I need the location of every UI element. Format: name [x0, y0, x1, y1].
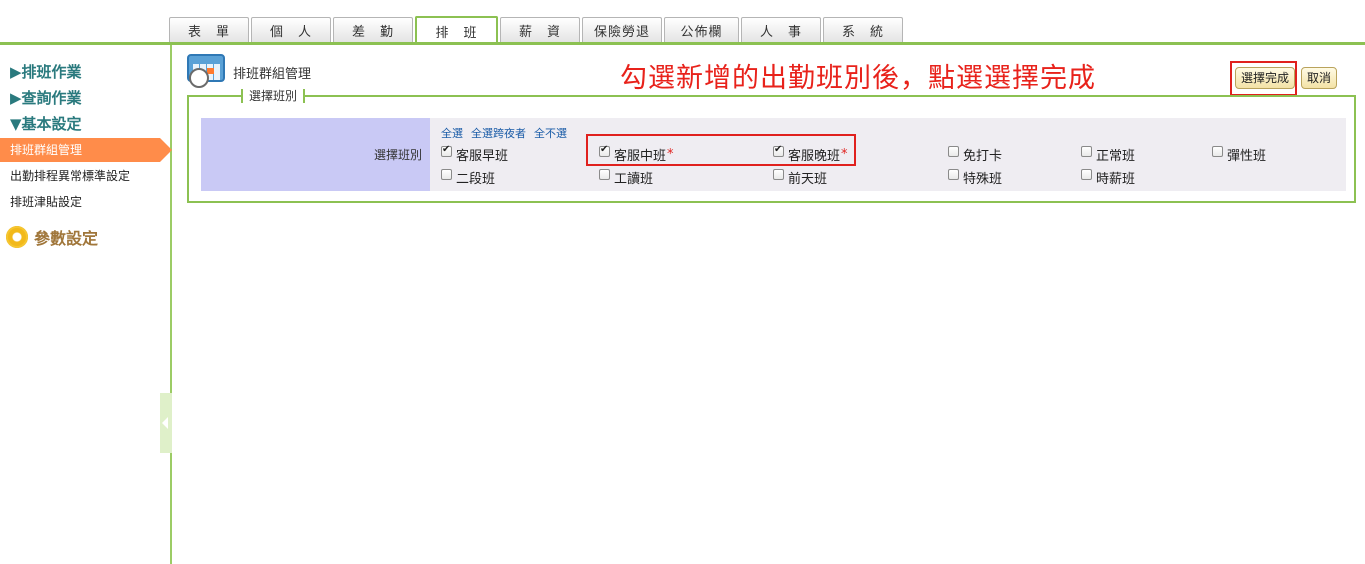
select-links: 全選 全選跨夜者 全不選	[441, 125, 567, 141]
tab-0[interactable]: 表 單	[169, 17, 249, 42]
select-all-link[interactable]: 全選	[441, 125, 463, 141]
top-nav: 表 單個 人差 勤排 班薪 資保險勞退 公佈欄人 事系 統	[0, 0, 1365, 46]
gear-icon	[6, 226, 28, 248]
sidebar-heading-basic-settings[interactable]: ▼基本設定	[10, 113, 82, 134]
sidebar-heading-query-ops[interactable]: ▶查詢作業	[10, 87, 82, 108]
tab-4[interactable]: 薪 資	[500, 17, 580, 42]
select-none-link[interactable]: 全不選	[534, 125, 567, 141]
shift-checkbox[interactable]	[1081, 145, 1092, 157]
sidebar-heading-schedule-ops[interactable]: ▶排班作業	[10, 61, 82, 82]
shift-checkbox[interactable]	[441, 144, 452, 157]
tab-2[interactable]: 差 勤	[333, 17, 413, 42]
tab-list: 表 單個 人差 勤排 班薪 資保險勞退 公佈欄人 事系 統	[169, 16, 905, 44]
cancel-button[interactable]: 取消	[1301, 67, 1338, 89]
shift-option-label: 特殊班	[963, 171, 1003, 187]
shift-option[interactable]: 時薪班	[1081, 168, 1136, 187]
sidebar-collapse-handle[interactable]	[160, 393, 172, 453]
shift-option-label: 免打卡	[963, 148, 1003, 164]
highlight-new-shifts	[586, 134, 856, 166]
sidebar-param-label: 參數設定	[34, 229, 99, 248]
shift-checkbox[interactable]	[948, 168, 959, 180]
sidebar-item-abnormal-standard[interactable]: 出勤排程異常標準設定	[0, 164, 170, 188]
tab-6[interactable]: 公佈欄	[664, 17, 739, 42]
shift-checkbox[interactable]	[599, 168, 610, 180]
tab-1[interactable]: 個 人	[251, 17, 331, 42]
select-overnight-link[interactable]: 全選跨夜者	[471, 125, 526, 141]
shift-option[interactable]: 特殊班	[948, 168, 1003, 187]
shift-option[interactable]: 客服早班	[441, 144, 509, 164]
shift-option[interactable]: 免打卡	[948, 145, 1003, 164]
shift-option-label: 時薪班	[1096, 171, 1136, 187]
shift-option-label: 客服早班	[456, 148, 509, 164]
shift-option-label: 彈性班	[1227, 148, 1267, 164]
shift-checkbox[interactable]	[773, 168, 784, 180]
calendar-clock-icon	[187, 54, 227, 88]
shift-checkbox[interactable]	[1212, 145, 1223, 157]
shift-option[interactable]: 前天班	[773, 168, 828, 187]
fieldset-legend: 選擇班別	[241, 89, 306, 103]
select-done-button[interactable]: 選擇完成	[1235, 67, 1296, 89]
sidebar-item-group-management[interactable]: 排班群組管理	[0, 138, 172, 162]
shift-option-label: 正常班	[1096, 148, 1136, 164]
tab-8[interactable]: 系 統	[823, 17, 903, 42]
shift-checkbox[interactable]	[441, 168, 452, 180]
shift-option[interactable]: 正常班	[1081, 145, 1136, 164]
tab-5[interactable]: 保險勞退	[582, 17, 662, 42]
shift-option[interactable]: 二段班	[441, 168, 496, 187]
shift-checkbox[interactable]	[948, 145, 959, 157]
page-title: 排班群組管理	[233, 67, 312, 82]
instruction-annotation: 勾選新增的出勤班別後，點選選擇完成	[620, 63, 1096, 94]
tab-7[interactable]: 人 事	[741, 17, 821, 42]
tab-3[interactable]: 排 班	[415, 16, 498, 44]
row-label: 選擇班別	[201, 118, 430, 191]
sidebar-item-allowance[interactable]: 排班津貼設定	[0, 190, 170, 214]
sidebar-item-parameters[interactable]: 參數設定	[6, 225, 98, 249]
shift-option-label: 工讀班	[614, 171, 654, 187]
shift-option-label: 前天班	[788, 171, 828, 187]
shift-option[interactable]: 彈性班	[1212, 145, 1267, 164]
sidebar: ▶排班作業 ▶查詢作業 ▼基本設定 排班群組管理 出勤排程異常標準設定 排班津貼…	[0, 45, 172, 564]
shift-option-label: 二段班	[456, 171, 496, 187]
nav-divider	[0, 42, 1365, 45]
shift-option[interactable]: 工讀班	[599, 168, 654, 187]
shift-checkbox[interactable]	[1081, 168, 1092, 180]
